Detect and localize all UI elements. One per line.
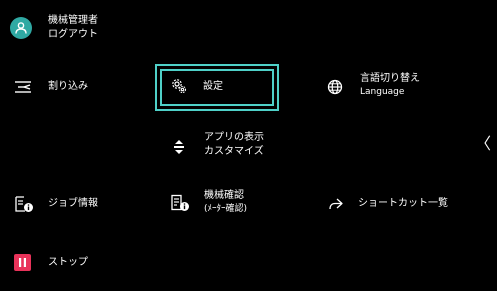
- logout-button[interactable]: 機械管理者 ログアウト: [10, 12, 130, 44]
- customize-display-button[interactable]: アプリの表示 カスタマイズ: [172, 130, 292, 162]
- customize-label-line2: カスタマイズ: [204, 146, 264, 157]
- stop-label: ストップ: [48, 257, 88, 268]
- sort-arrows-icon: [172, 138, 186, 156]
- interrupt-button[interactable]: 割り込み: [14, 76, 124, 98]
- user-role-label: 機械管理者: [48, 15, 98, 26]
- settings-button[interactable]: 設定: [165, 73, 271, 101]
- job-info-icon: [14, 195, 34, 213]
- shortcut-list-button[interactable]: ショートカット一覧: [328, 193, 468, 215]
- language-sublabel: Language: [360, 87, 405, 97]
- gear-icon: [171, 78, 187, 94]
- interrupt-icon: [14, 79, 32, 95]
- job-info-label: ジョブ情報: [48, 198, 98, 209]
- shortcut-list-label: ショートカット一覧: [358, 198, 448, 209]
- interrupt-label: 割り込み: [48, 81, 88, 92]
- language-button[interactable]: 言語切り替え Language: [326, 70, 466, 104]
- customize-label-line1: アプリの表示: [204, 132, 264, 143]
- pause-icon: [14, 254, 31, 271]
- machine-check-button[interactable]: 機械確認 (ﾒｰﾀｰ確認): [170, 188, 290, 222]
- share-arrow-icon: [328, 196, 344, 212]
- chevron-left-icon[interactable]: 〈: [474, 133, 492, 155]
- machine-info-icon: [170, 194, 190, 212]
- user-icon: [10, 17, 32, 39]
- stop-button[interactable]: ストップ: [14, 252, 124, 274]
- machine-check-label: 機械確認: [204, 190, 244, 201]
- globe-icon: [326, 78, 344, 96]
- machine-check-sublabel: (ﾒｰﾀｰ確認): [204, 204, 248, 214]
- settings-label: 設定: [203, 81, 223, 92]
- logout-label: ログアウト: [48, 29, 98, 40]
- job-info-button[interactable]: ジョブ情報: [14, 193, 124, 215]
- language-label: 言語切り替え: [360, 73, 420, 84]
